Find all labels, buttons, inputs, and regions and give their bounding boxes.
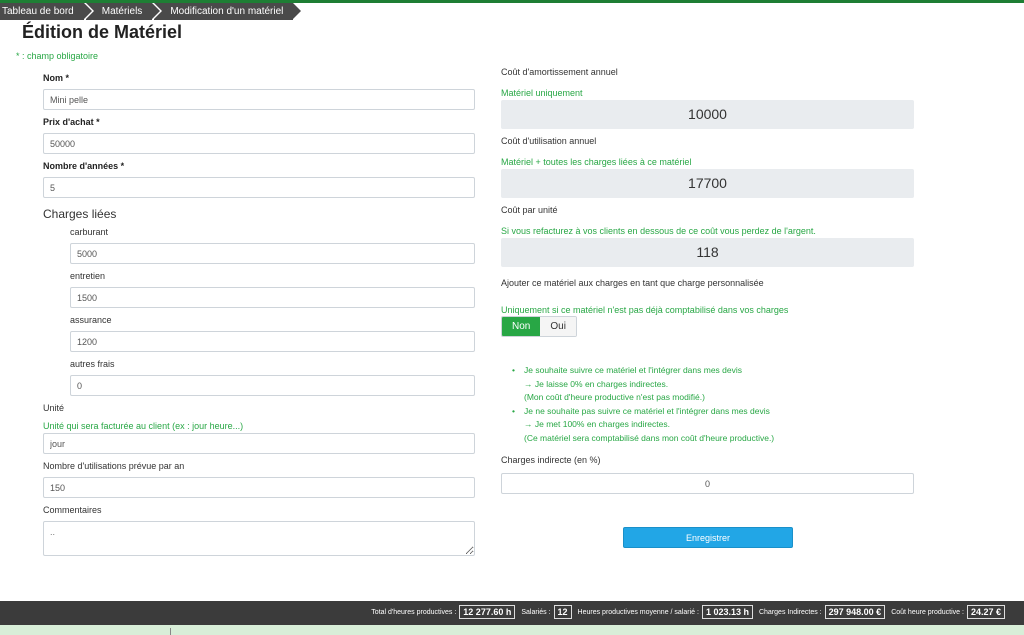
cout-unite-value: 118	[501, 238, 914, 267]
charge-input-carburant[interactable]	[70, 243, 475, 264]
info-item-ne-pas-suivre-sub2: (Ce matériel sera comptabilisé dans mon …	[524, 432, 775, 443]
info-item-ne-pas-suivre: Je ne souhaite pas suivre ce matériel et…	[512, 405, 774, 446]
breadcrumb-materials[interactable]: Matériels	[85, 3, 160, 20]
utilisation-hint: Matériel + toutes les charges liées à ce…	[501, 157, 692, 167]
info-item-ne-pas-suivre-main: Je ne souhaite pas suivre ce matériel et…	[524, 405, 770, 416]
total-heures-value: 12 277.60 h	[459, 605, 516, 619]
toggle-non-button[interactable]: Non	[502, 317, 541, 336]
charge-label-entretien: entretien	[70, 271, 106, 281]
unite-hint: Unité qui sera facturée au client (ex : …	[43, 421, 244, 431]
page-title: Édition de Matériel	[22, 22, 183, 42]
charge-label-assurance: assurance	[70, 315, 112, 325]
stats-footer: Total d'heures productives : 12 277.60 h…	[0, 601, 1024, 625]
info-item-suivre-sub2: (Mon coût d'heure productive n'est pas m…	[524, 392, 705, 402]
nb-utilisations-label: Nombre d'utilisations prévue par an	[43, 461, 185, 471]
cout-heure-label: Coût heure productive :	[891, 608, 964, 616]
amortissement-hint: Matériel uniquement	[501, 88, 583, 98]
ajouter-charge-hint: Uniquement si ce matériel n'est pas déjà…	[501, 305, 789, 315]
total-heures-label: Total d'heures productives :	[371, 608, 457, 616]
commentaires-textarea[interactable]	[43, 521, 475, 556]
charge-label-carburant: carburant	[70, 227, 109, 237]
heures-moyenne-value: 1 023.13 h	[701, 605, 753, 619]
cout-unite-label: Coût par unité	[501, 205, 558, 215]
prix-input[interactable]	[43, 133, 475, 154]
heures-moyenne-label: Heures productives moyenne / salarié :	[577, 608, 699, 616]
info-item-suivre-sub1: → Je laisse 0% en charges indirectes.	[524, 378, 669, 389]
charges-title: Charges liées	[43, 207, 117, 221]
info-list: Je souhaite suivre ce matériel et l'inté…	[512, 364, 774, 445]
footer-stats: Total d'heures productives : 12 277.60 h…	[371, 605, 1008, 619]
info-item-suivre: Je souhaite suivre ce matériel et l'inté…	[512, 364, 774, 405]
bottom-divider	[170, 628, 171, 635]
cout-unite-hint: Si vous refacturez à vos clients en dess…	[501, 226, 816, 236]
amortissement-value: 10000	[501, 100, 914, 129]
amortissement-label: Coût d'amortissement annuel	[501, 67, 618, 77]
bottom-strip	[0, 625, 1024, 635]
charge-input-assurance[interactable]	[70, 331, 475, 352]
charges-indirectes-footer-label: Charges Indirectes :	[758, 608, 822, 616]
required-note: * : champ obligatoire	[16, 51, 99, 61]
cout-heure-value: 24.27 €	[966, 605, 1005, 619]
breadcrumb-current: Modification d'un matériel	[154, 3, 302, 20]
nom-input[interactable]	[43, 89, 475, 110]
charges-indirectes-input[interactable]	[501, 473, 914, 494]
breadcrumb-dashboard[interactable]: Tableau de bord	[0, 3, 92, 20]
utilisation-label: Coût d'utilisation annuel	[501, 136, 597, 146]
salaries-label: Salariés :	[521, 608, 551, 616]
charge-label-autres: autres frais	[70, 359, 115, 369]
utilisation-value: 17700	[501, 169, 914, 198]
unite-label: Unité	[43, 403, 65, 413]
ajouter-charge-label: Ajouter ce matériel aux charges en tant …	[501, 278, 764, 288]
salaries-value: 12	[553, 605, 572, 619]
charge-toggle: Non Oui	[501, 316, 577, 337]
charges-indirectes-label: Charges indirecte (en %)	[501, 455, 601, 465]
nom-label: Nom *	[43, 73, 70, 83]
info-item-ne-pas-suivre-sub1: → Je met 100% en charges indirectes.	[524, 419, 670, 429]
charge-input-autres[interactable]	[70, 375, 475, 396]
toggle-oui-button[interactable]: Oui	[540, 317, 576, 336]
commentaires-label: Commentaires	[43, 505, 102, 515]
save-button[interactable]: Enregistrer	[623, 527, 793, 548]
nb-utilisations-input[interactable]	[43, 477, 475, 498]
charges-indirectes-footer-value: 297 948.00 €	[824, 605, 886, 619]
unite-input[interactable]	[43, 433, 475, 454]
charge-input-entretien[interactable]	[70, 287, 475, 308]
breadcrumb: Tableau de bord Matériels Modification d…	[0, 3, 302, 20]
prix-label: Prix d'achat *	[43, 117, 100, 127]
info-item-suivre-main: Je souhaite suivre ce matériel et l'inté…	[524, 365, 743, 375]
annees-label: Nombre d'années *	[43, 161, 125, 171]
annees-input[interactable]	[43, 177, 475, 198]
